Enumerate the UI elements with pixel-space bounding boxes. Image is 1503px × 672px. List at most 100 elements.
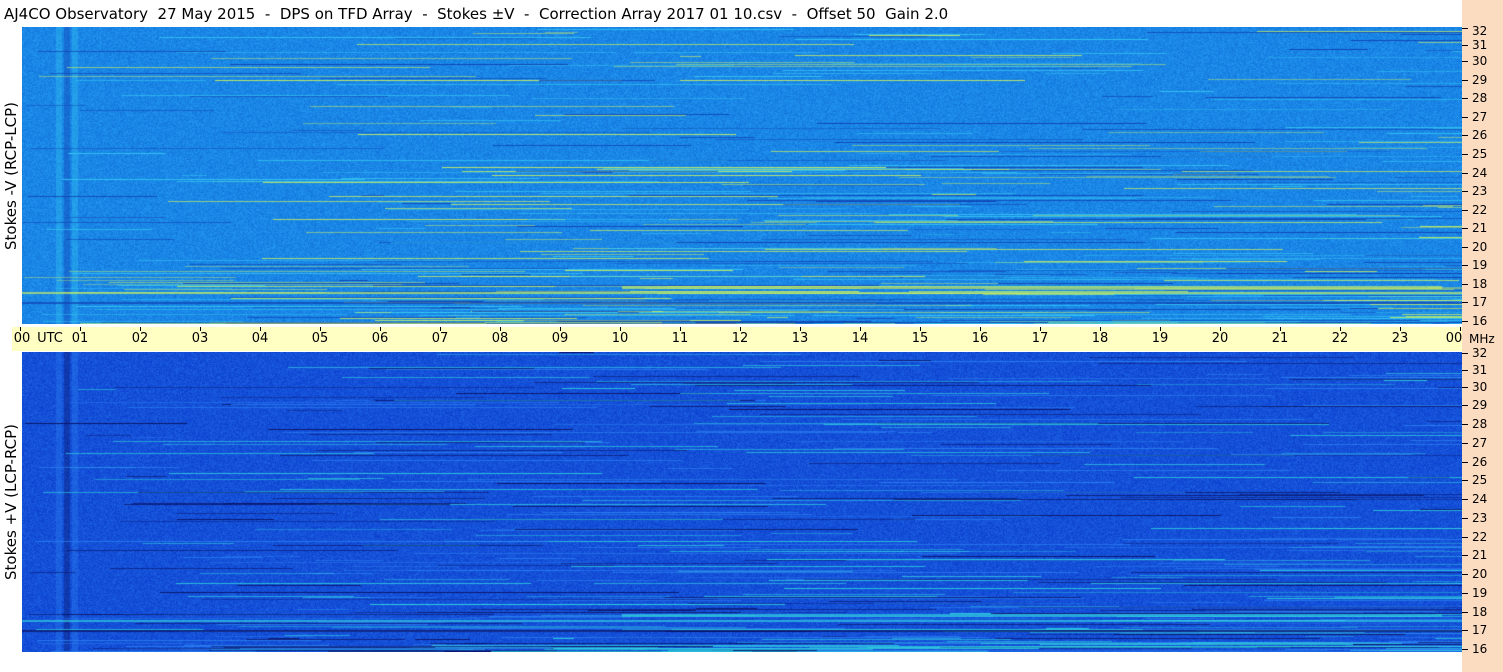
freq-tick-mark — [1462, 116, 1468, 118]
freq-tick-label: 28 — [1472, 417, 1488, 431]
time-tick-mark — [1220, 327, 1221, 331]
utc-axis-label: UTC — [37, 331, 63, 346]
freq-tick-mark — [1462, 172, 1468, 174]
freq-tick-label: 17 — [1472, 623, 1488, 638]
freq-tick-mark — [1462, 283, 1468, 285]
time-tick-label: 10 — [611, 331, 629, 346]
time-tick-label: 00 — [13, 331, 31, 346]
time-tick-label: 02 — [131, 331, 149, 346]
bottom-panel-ylabel-text: Stokes +V (LCP-RCP) — [2, 424, 20, 580]
freq-tick-label: 23 — [1472, 510, 1488, 525]
time-tick-mark — [320, 327, 321, 331]
time-tick-mark — [500, 327, 501, 331]
freq-tick-mark — [1462, 153, 1468, 155]
freq-tick-label: 21 — [1472, 548, 1488, 563]
time-tick-mark — [740, 327, 741, 331]
freq-tick-label: 29 — [1472, 72, 1488, 87]
time-tick-label: 11 — [671, 331, 689, 346]
freq-tick-mark — [1462, 370, 1468, 371]
time-tick-label: 17 — [1031, 331, 1049, 346]
time-tick-label: 20 — [1211, 331, 1229, 346]
time-tick-label: 05 — [311, 331, 329, 346]
freq-tick-label: 25 — [1472, 473, 1488, 488]
time-tick-label: 00 — [1445, 331, 1463, 346]
freq-tick-mark — [1462, 302, 1468, 304]
freq-tick-label: 19 — [1472, 258, 1488, 273]
freq-tick-mark — [1462, 386, 1468, 388]
freq-tick-mark — [1462, 353, 1468, 354]
time-tick-label: 23 — [1391, 331, 1409, 346]
freq-tick-label: 24 — [1472, 165, 1488, 180]
freq-tick-label: 27 — [1472, 109, 1488, 124]
time-tick-label: 16 — [971, 331, 989, 346]
time-tick-label: 07 — [431, 331, 449, 346]
stokes-plus-v-spectrogram — [22, 352, 1462, 652]
freq-tick-mark — [1462, 574, 1468, 575]
freq-tick-label: 32 — [1472, 24, 1488, 38]
time-tick-mark — [1160, 327, 1161, 331]
chart-title: AJ4CO Observatory 27 May 2015 - DPS on T… — [4, 5, 949, 23]
time-tick-mark — [1280, 327, 1281, 331]
time-tick-label: 15 — [911, 331, 929, 346]
time-tick-label: 09 — [551, 331, 569, 346]
freq-tick-mark — [1462, 592, 1468, 594]
freq-tick-mark — [1462, 649, 1468, 650]
freq-tick-label: 27 — [1472, 435, 1488, 450]
time-tick-label: 01 — [71, 331, 89, 346]
time-tick-mark — [680, 327, 681, 331]
time-tick-mark — [140, 327, 141, 331]
freq-tick-label: 18 — [1472, 276, 1488, 291]
freq-tick-mark — [1462, 135, 1468, 137]
time-tick-label: 13 — [791, 331, 809, 346]
freq-tick-mark — [1462, 461, 1468, 463]
time-tick-label: 19 — [1151, 331, 1169, 346]
freq-tick-label: 24 — [1472, 492, 1488, 506]
freq-tick-label: 30 — [1472, 379, 1488, 394]
time-tick-mark — [260, 327, 261, 331]
time-tick-mark — [920, 327, 921, 331]
time-tick-mark — [200, 327, 201, 331]
time-tick-mark — [1100, 327, 1101, 331]
time-tick-mark — [380, 327, 381, 331]
freq-tick-mark — [1462, 555, 1468, 557]
freq-tick-mark — [1462, 265, 1468, 267]
freq-tick-mark — [1462, 79, 1468, 81]
time-tick-label: 22 — [1331, 331, 1349, 346]
top-panel-ylabel: Stokes -V (RCP-LCP) — [0, 27, 22, 324]
time-tick-mark — [80, 327, 81, 331]
bottom-panel-ylabel: Stokes +V (LCP-RCP) — [0, 352, 22, 652]
freq-tick-mark — [1462, 45, 1468, 46]
freq-tick-label: 25 — [1472, 146, 1488, 161]
stokes-minus-v-heatmap — [22, 27, 1462, 324]
time-tick-mark — [1400, 327, 1401, 331]
freq-tick-mark — [1462, 209, 1468, 211]
freq-tick-mark — [1462, 228, 1468, 230]
freq-tick-mark — [1462, 405, 1468, 407]
time-tick-mark — [800, 327, 801, 331]
stokes-plus-v-heatmap — [22, 352, 1462, 652]
top-panel-ylabel-text: Stokes -V (RCP-LCP) — [2, 101, 20, 250]
freq-tick-label: 26 — [1472, 454, 1488, 469]
freq-tick-mark — [1462, 517, 1468, 519]
freq-tick-mark — [1462, 611, 1468, 613]
time-tick-label: 18 — [1091, 331, 1109, 346]
stokes-minus-v-spectrogram — [22, 27, 1462, 324]
time-tick-label: 12 — [731, 331, 749, 346]
freq-tick-label: 18 — [1472, 604, 1488, 619]
time-tick-mark — [20, 327, 21, 331]
freq-tick-label: 23 — [1472, 184, 1488, 199]
mhz-unit-label: MHz — [1469, 332, 1495, 346]
freq-tick-label: 32 — [1472, 346, 1488, 360]
time-tick-label: 21 — [1271, 331, 1289, 346]
freq-tick-label: 17 — [1472, 295, 1488, 310]
time-tick-mark — [1460, 327, 1461, 331]
freq-tick-mark — [1462, 424, 1468, 425]
freq-tick-mark — [1462, 499, 1468, 500]
freq-tick-mark — [1462, 442, 1468, 444]
freq-tick-mark — [1462, 61, 1468, 63]
time-tick-mark — [440, 327, 441, 331]
time-tick-label: 06 — [371, 331, 389, 346]
freq-tick-label: 20 — [1472, 567, 1488, 581]
freq-tick-label: 30 — [1472, 54, 1488, 69]
time-tick-mark — [980, 327, 981, 331]
